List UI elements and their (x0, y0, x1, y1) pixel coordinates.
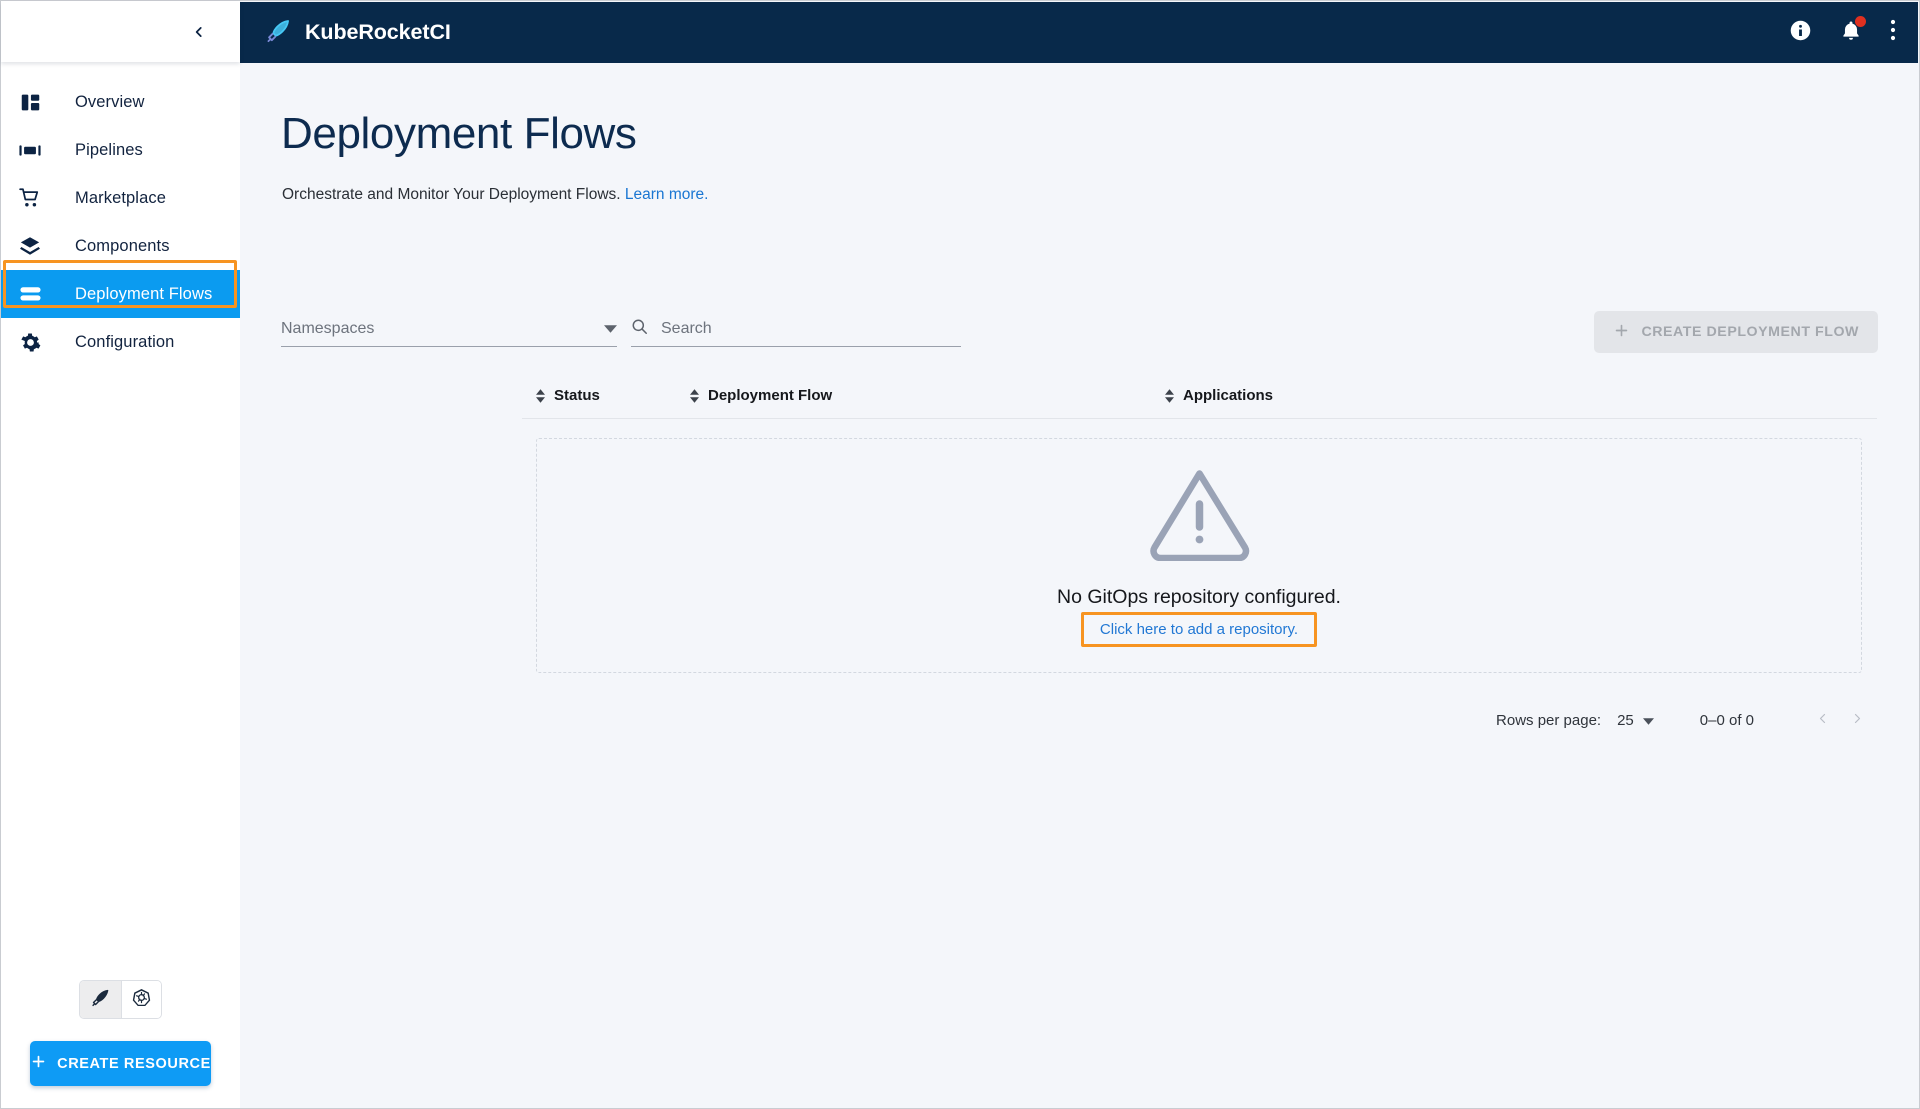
sidebar-item-label: Pipelines (75, 140, 143, 159)
quill-rocket-icon (266, 18, 291, 48)
sidebar-item-components[interactable]: Components (1, 222, 240, 270)
more-options-button[interactable] (1890, 19, 1896, 46)
empty-state: No GitOps repository configured. Click h… (536, 438, 1862, 673)
chevron-down-icon (1642, 712, 1654, 729)
search-icon (631, 318, 648, 340)
column-header-label: Status (554, 387, 600, 404)
add-repository-link[interactable]: Click here to add a repository. (1084, 615, 1314, 644)
pagination-next-button[interactable] (1840, 703, 1874, 737)
quill-rocket-icon (91, 988, 110, 1012)
header-actions (1789, 15, 1896, 47)
chevron-left-icon (1817, 710, 1829, 731)
view-mode-kubernetes-button[interactable] (120, 981, 161, 1018)
column-header-label: Deployment Flow (708, 387, 833, 404)
pagination: Rows per page: 25 0–0 of 0 (1496, 703, 1874, 737)
sidebar-nav: Overview Pipelines Marketplace Component… (1, 62, 240, 366)
sidebar-item-label: Components (75, 236, 170, 255)
search-placeholder: Search (661, 320, 712, 337)
kubernetes-icon (132, 988, 151, 1012)
sidebar-footer: CREATE RESOURCE (1, 980, 240, 1108)
sidebar-item-label: Deployment Flows (75, 284, 213, 303)
warning-triangle-icon (1147, 468, 1252, 566)
filter-bar: Namespaces Search (281, 312, 961, 347)
notification-badge (1855, 15, 1866, 27)
column-header-status[interactable]: Status (536, 387, 600, 404)
sidebar-item-label: Overview (75, 92, 145, 111)
brand-title: KubeRocketCI (305, 20, 451, 44)
sidebar-header (1, 1, 240, 62)
dashboard-icon (14, 92, 46, 113)
info-icon (1789, 19, 1812, 47)
namespaces-select-label: Namespaces (281, 320, 375, 337)
info-button[interactable] (1789, 19, 1812, 47)
page-subtitle-text: Orchestrate and Monitor Your Deployment … (282, 186, 621, 203)
kebab-menu-icon (1890, 19, 1896, 46)
plus-icon (1613, 322, 1630, 343)
column-header-label: Applications (1183, 387, 1274, 404)
main-content: Deployment Flows Orchestrate and Monitor… (241, 63, 1918, 1107)
deployment-flows-icon (14, 284, 46, 304)
plus-icon (30, 1053, 47, 1074)
rows-per-page-label: Rows per page: (1496, 711, 1602, 729)
layers-icon (14, 235, 46, 257)
chevron-left-icon (192, 25, 206, 39)
app-header: KubeRocketCI (240, 2, 1918, 63)
gear-icon (14, 332, 46, 353)
rows-per-page-select[interactable]: 25 (1617, 712, 1654, 729)
chevron-right-icon (1851, 710, 1863, 731)
sidebar-item-pipelines[interactable]: Pipelines (1, 126, 240, 174)
view-mode-toggle[interactable] (79, 980, 162, 1019)
sidebar-item-marketplace[interactable]: Marketplace (1, 174, 240, 222)
sidebar-item-deployment-flows[interactable]: Deployment Flows (1, 270, 240, 318)
pipelines-icon (14, 140, 46, 161)
sort-icon (1165, 388, 1174, 403)
table-header-row: Status Deployment Flow Applications (522, 373, 1877, 419)
cart-icon (14, 187, 46, 209)
namespaces-select[interactable]: Namespaces (281, 312, 617, 347)
view-mode-kuberocket-button[interactable] (80, 981, 121, 1018)
empty-state-title: No GitOps repository configured. (1057, 585, 1341, 608)
sidebar-item-configuration[interactable]: Configuration (1, 318, 240, 366)
column-header-applications[interactable]: Applications (1165, 387, 1273, 404)
page-title: Deployment Flows (281, 109, 637, 158)
pagination-prev-button[interactable] (1806, 703, 1840, 737)
create-deployment-flow-label: CREATE DEPLOYMENT FLOW (1641, 324, 1859, 340)
sidebar-item-label: Marketplace (75, 188, 166, 207)
empty-state-action-wrapper: Click here to add a repository. (1080, 611, 1318, 647)
notifications-button[interactable] (1840, 15, 1866, 47)
app-window: Overview Pipelines Marketplace Component… (0, 0, 1920, 1109)
search-input[interactable]: Search (631, 312, 961, 347)
create-resource-label: CREATE RESOURCE (57, 1055, 211, 1072)
sidebar-collapse-button[interactable] (186, 19, 212, 45)
learn-more-link[interactable]: Learn more. (625, 186, 709, 203)
sidebar-item-label: Configuration (75, 332, 175, 351)
brand[interactable]: KubeRocketCI (266, 18, 451, 48)
pagination-range-label: 0–0 of 0 (1699, 711, 1754, 729)
create-resource-button[interactable]: CREATE RESOURCE (30, 1041, 211, 1086)
sort-icon (690, 388, 699, 403)
chevron-down-icon (604, 320, 617, 338)
create-deployment-flow-button[interactable]: CREATE DEPLOYMENT FLOW (1594, 311, 1878, 353)
column-header-deployment-flow[interactable]: Deployment Flow (690, 387, 832, 404)
sidebar: Overview Pipelines Marketplace Component… (1, 1, 240, 1108)
sort-icon (536, 388, 545, 403)
rows-per-page-value: 25 (1617, 711, 1634, 729)
sidebar-item-overview[interactable]: Overview (1, 78, 240, 126)
page-subtitle: Orchestrate and Monitor Your Deployment … (282, 186, 708, 204)
